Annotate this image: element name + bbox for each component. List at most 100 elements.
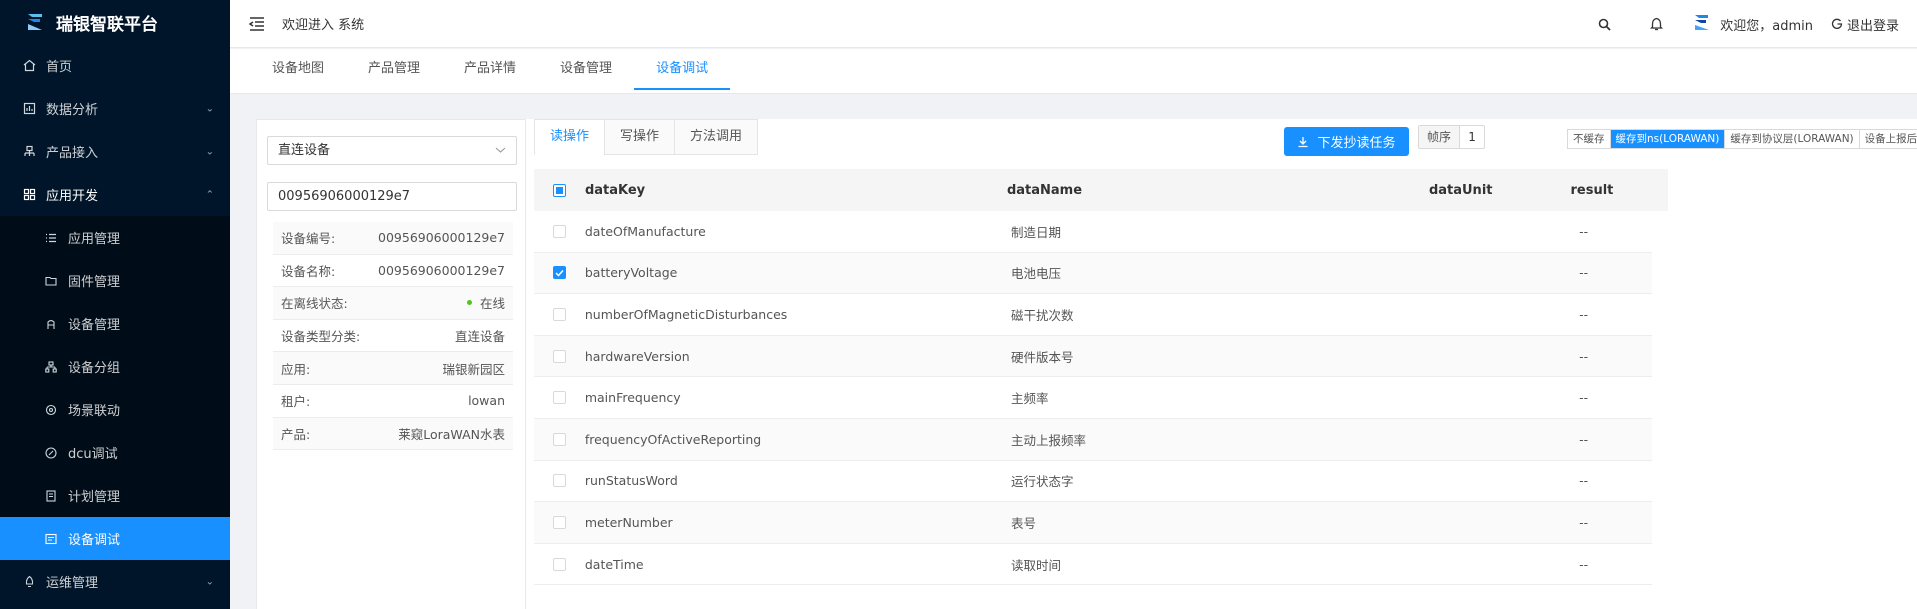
sidebar-item-label: 计划管理 (68, 490, 121, 505)
tab-device-map[interactable]: 设备地图 (250, 49, 346, 94)
sidebar-item-device-debug[interactable]: 设备调试 (0, 517, 230, 560)
info-value: 瑞银新园区 (442, 361, 505, 377)
tab-product-management[interactable]: 产品管理 (346, 49, 442, 94)
sidebar-item-home[interactable]: 首页 (0, 44, 230, 87)
table-body: dateOfManufacture 制造日期 -- batteryVoltage 电池电… (534, 211, 1652, 586)
group-icon (44, 360, 58, 374)
sidebar-item-device-group[interactable]: 设备分组 (0, 345, 230, 388)
table-row[interactable]: hardwareVersion 硬件版本号 -- (534, 335, 1652, 378)
sidebar-item-label: 应用管理 (68, 232, 121, 247)
chevron-down-icon: ⌄ (205, 146, 214, 157)
tab-read-operation[interactable]: 读操作 (534, 119, 605, 155)
row-checkbox[interactable] (552, 474, 566, 488)
select-all-cell (534, 183, 585, 197)
table-row[interactable]: runStatusWord 运行状态字 -- (534, 461, 1652, 503)
sidebar-item-plan-management[interactable]: 计划管理 (0, 474, 230, 517)
app-logo[interactable]: 瑞银智联平台 (0, 0, 230, 44)
table-header: dataKey dataName dataUnit result (534, 169, 1652, 211)
info-row-product: 产品: 莱窥LoraWAN水表 (273, 417, 513, 451)
logout-label: 退出登录 (1846, 18, 1899, 34)
dispatch-read-task-button[interactable]: 下发抄读任务 (1284, 127, 1409, 156)
table-row[interactable]: meterNumber 表号 -- (534, 502, 1652, 544)
row-checkbox-cell (534, 307, 585, 321)
welcome-text: 欢迎进入 系统 (282, 18, 365, 33)
cache-option-none[interactable]: 不缓存 (1568, 130, 1611, 148)
row-checkbox[interactable] (552, 307, 566, 321)
device-id-input[interactable]: 00956906000129e7 (267, 182, 517, 211)
row-checkbox[interactable] (552, 515, 566, 529)
cell-data-key: hardwareVersion (584, 348, 690, 364)
table-row[interactable]: batteryVoltage 电池电压 -- (534, 252, 1652, 295)
table-row[interactable]: frequencyOfActiveReporting 主动上报频率 -- (534, 418, 1652, 461)
tab-product-detail[interactable]: 产品详情 (442, 49, 538, 94)
folder-icon (44, 274, 58, 288)
online-dot-icon (466, 300, 472, 306)
info-value: lowan (468, 393, 505, 409)
cache-option-protocol[interactable]: 缓存到协议层(LORAWAN) (1725, 130, 1860, 148)
row-checkbox-cell (534, 266, 585, 280)
cell-result: -- (1579, 306, 1589, 322)
tab-device-debug[interactable]: 设备调试 (634, 49, 731, 94)
cache-option-after-report[interactable]: 设备上报后下发 (1860, 130, 1917, 148)
sidebar-item-device-management[interactable]: 设备管理 (0, 302, 230, 345)
table-row[interactable]: mainFrequency 主频率 -- (534, 377, 1652, 419)
sidebar-item-firmware[interactable]: 固件管理 (0, 259, 230, 302)
column-header: dataName (1006, 182, 1083, 198)
row-checkbox[interactable] (552, 391, 566, 405)
row-checkbox[interactable] (552, 266, 566, 280)
table-row[interactable]: numberOfMagneticDisturbances 磁干扰次数 -- (534, 294, 1652, 336)
scene-icon (44, 403, 58, 417)
table-row[interactable]: dateTime 读取时间 -- (534, 544, 1652, 586)
sidebar-item-label: 设备分组 (68, 361, 121, 376)
tab-method-call[interactable]: 方法调用 (674, 119, 759, 155)
row-checkbox-cell (534, 557, 585, 571)
cache-option-ns[interactable]: 缓存到ns(LORAWAN) (1610, 130, 1726, 148)
sidebar-item-app-dev[interactable]: 应用开发 ⌃ (0, 173, 230, 216)
search-icon[interactable] (1596, 16, 1612, 32)
cell-data-key: dateTime (584, 556, 644, 572)
device-id-value: 00956906000129e7 (278, 189, 411, 204)
logo-icon (28, 14, 42, 30)
menu-fold-icon[interactable] (248, 15, 266, 33)
dcu-icon (44, 446, 58, 460)
logout-button[interactable]: 退出登录 (1831, 15, 1899, 34)
chevron-down-icon (495, 147, 506, 153)
sidebar-item-ops[interactable]: 运维管理 ⌄ (0, 560, 230, 603)
row-checkbox[interactable] (552, 224, 566, 238)
info-row-tenant: 租户: lowan (273, 385, 513, 418)
column-header: dataKey (584, 182, 646, 198)
row-checkbox[interactable] (552, 432, 566, 446)
sidebar-item-label: dcu调试 (68, 447, 118, 462)
cell-result: -- (1579, 390, 1589, 406)
column-header: dataUnit (1428, 182, 1493, 198)
avatar (1695, 15, 1710, 30)
user-menu[interactable]: 欢迎您，admin (1692, 13, 1813, 35)
row-checkbox-cell (534, 474, 585, 488)
data-table: dataKey dataName dataUnit result dateOfM… (534, 169, 1652, 586)
device-info-panel: 直连设备 00956906000129e7 设备编号: 009569060001… (256, 119, 526, 609)
cache-mode-group: 不缓存 缓存到ns(LORAWAN) 缓存到协议层(LORAWAN) 设备上报后… (1567, 129, 1917, 149)
bell-icon[interactable] (1648, 16, 1664, 32)
row-checkbox[interactable] (552, 557, 566, 571)
logout-icon (1831, 18, 1843, 29)
info-label: 应用: (281, 361, 311, 377)
sidebar-item-label: 设备调试 (68, 533, 121, 548)
frame-sequence-input[interactable]: 1 (1460, 126, 1484, 148)
sidebar-item-app-management[interactable]: 应用管理 (0, 216, 230, 259)
sidebar-item-dcu-debug[interactable]: dcu调试 (0, 431, 230, 474)
sidebar-item-label: 固件管理 (68, 275, 121, 290)
cell-data-name: 读取时间 (1010, 557, 1061, 573)
main-area: 直连设备 00956906000129e7 设备编号: 009569060001… (230, 95, 1917, 609)
select-all-checkbox[interactable] (552, 183, 566, 197)
row-checkbox-cell (534, 349, 585, 363)
table-row[interactable]: dateOfManufacture 制造日期 -- (534, 211, 1652, 253)
page-tabs: 设备地图 产品管理 产品详情 设备管理 设备调试 (230, 49, 1917, 94)
tab-write-operation[interactable]: 写操作 (604, 119, 675, 155)
sidebar-item-product-access[interactable]: 产品接入 ⌄ (0, 130, 230, 173)
sidebar-item-scene-linkage[interactable]: 场景联动 (0, 388, 230, 431)
device-type-select[interactable]: 直连设备 (267, 136, 517, 165)
tab-device-management[interactable]: 设备管理 (538, 49, 634, 94)
sidebar-item-analysis[interactable]: 数据分析 ⌄ (0, 87, 230, 130)
content-card: 直连设备 00956906000129e7 设备编号: 009569060001… (256, 119, 1917, 609)
row-checkbox[interactable] (552, 349, 566, 363)
